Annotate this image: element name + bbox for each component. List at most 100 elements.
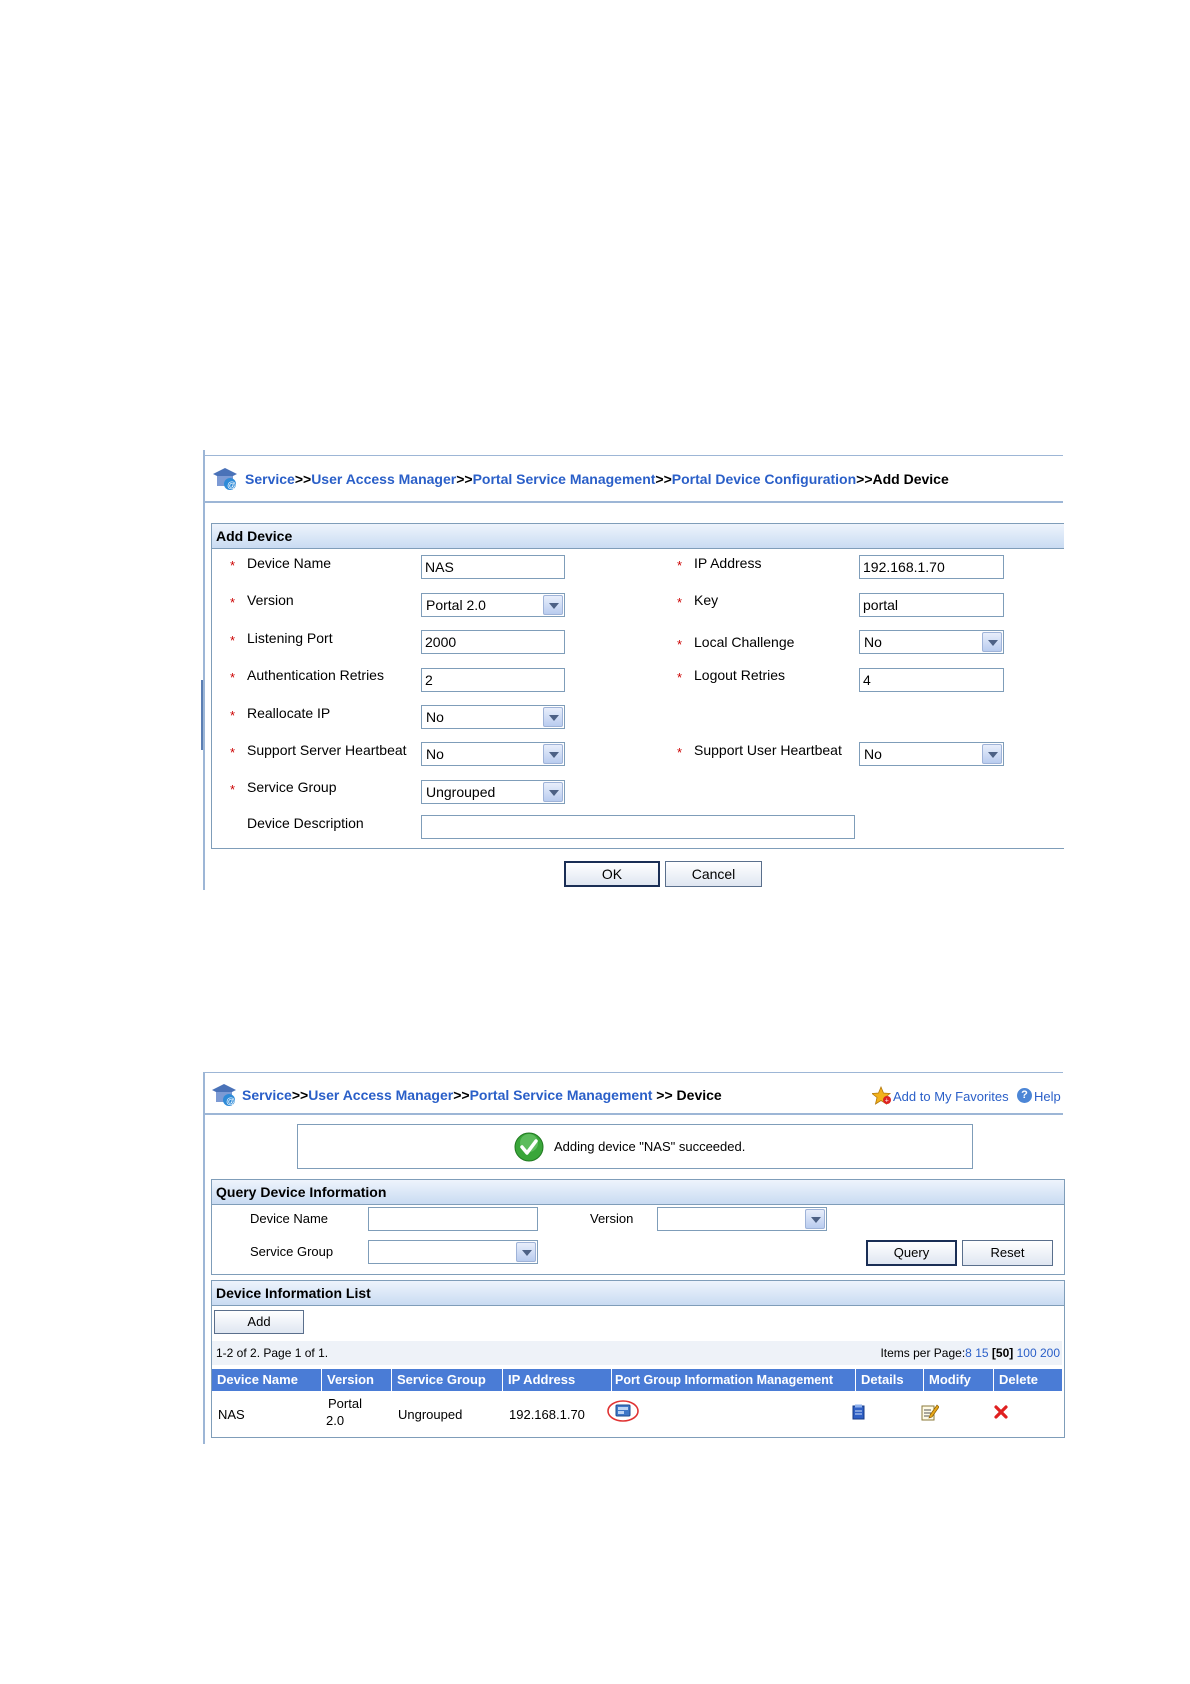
breadcrumb-link[interactable]: Service xyxy=(242,1087,292,1103)
breadcrumb-divider xyxy=(203,501,1063,503)
section-title: Add Device xyxy=(212,524,1064,549)
col-delete: Delete xyxy=(999,1372,1039,1387)
breadcrumb-separator: >> Device xyxy=(652,1087,722,1103)
reset-button[interactable]: Reset xyxy=(962,1240,1053,1266)
local-challenge-label: Local Challenge xyxy=(694,634,795,650)
app-logo-icon: @ xyxy=(210,1082,238,1108)
required-mark: * xyxy=(230,708,236,723)
breadcrumb-link[interactable]: Portal Service Management xyxy=(470,1087,653,1103)
required-mark: * xyxy=(677,745,683,760)
query-device-name-input[interactable] xyxy=(368,1207,538,1231)
breadcrumb-link[interactable]: Service xyxy=(245,471,295,487)
dropdown-arrow-icon[interactable] xyxy=(982,744,1002,764)
version-value: Portal 2.0 xyxy=(426,597,486,613)
local-challenge-value: No xyxy=(864,634,882,650)
page-size-100[interactable]: 100 xyxy=(1017,1346,1037,1360)
col-port-group-management: Port Group Information Management xyxy=(612,1369,856,1391)
table-header: Device Name Version Service Group IP Add… xyxy=(212,1369,1062,1391)
svg-text:@: @ xyxy=(227,480,236,490)
help-icon[interactable]: ? xyxy=(1017,1088,1032,1103)
version-select[interactable]: Portal 2.0 xyxy=(421,593,565,617)
version-label: Version xyxy=(247,592,294,608)
add-button[interactable]: Add xyxy=(214,1310,304,1334)
device-name-input[interactable]: NAS xyxy=(421,555,565,579)
required-mark: * xyxy=(230,670,236,685)
query-service-group-label: Service Group xyxy=(250,1244,334,1259)
dropdown-arrow-icon[interactable] xyxy=(805,1209,825,1229)
dropdown-arrow-icon[interactable] xyxy=(543,782,563,802)
user-heartbeat-select[interactable]: No xyxy=(859,742,1004,766)
breadcrumb-divider xyxy=(203,1113,1063,1115)
service-group-select[interactable]: Ungrouped xyxy=(421,780,565,804)
reallocate-ip-select[interactable]: No xyxy=(421,705,565,729)
ok-button[interactable]: OK xyxy=(564,861,660,887)
server-heartbeat-select[interactable]: No xyxy=(421,742,565,766)
local-challenge-select[interactable]: No xyxy=(859,630,1004,654)
delete-icon[interactable] xyxy=(993,1404,1009,1420)
device-description-input[interactable] xyxy=(421,815,855,839)
cell-service-group: Ungrouped xyxy=(398,1407,463,1422)
help-link[interactable]: Help xyxy=(1034,1089,1061,1104)
breadcrumb-link[interactable]: Portal Service Management xyxy=(473,471,656,487)
query-service-group-select[interactable] xyxy=(368,1240,538,1264)
pagination-bar: 1-2 of 2. Page 1 of 1. Items per Page:8 … xyxy=(212,1341,1062,1365)
frame-left-border xyxy=(203,450,205,890)
add-to-favorites-link[interactable]: Add to My Favorites xyxy=(893,1089,1009,1104)
frame-top-border xyxy=(203,1072,1063,1073)
table-row: NAS Portal 2.0 Ungrouped 192.168.1.70 xyxy=(212,1391,1062,1436)
dropdown-arrow-icon[interactable] xyxy=(516,1242,536,1262)
cell-version-line2: 2.0 xyxy=(326,1413,345,1428)
reallocate-ip-label: Reallocate IP xyxy=(247,705,331,721)
required-mark: * xyxy=(677,558,683,573)
app-logo-icon: @ xyxy=(211,466,239,492)
reallocate-ip-value: No xyxy=(426,709,444,725)
cell-version-line1: Portal xyxy=(328,1396,362,1411)
device-description-label: Device Description xyxy=(247,815,364,831)
query-version-select[interactable] xyxy=(657,1207,827,1231)
page-size-8[interactable]: 8 xyxy=(965,1346,972,1360)
service-group-value: Ungrouped xyxy=(426,784,496,800)
col-device-name[interactable]: Device Name xyxy=(212,1369,322,1391)
modify-icon[interactable] xyxy=(921,1403,940,1421)
dropdown-arrow-icon[interactable] xyxy=(543,707,563,727)
required-mark: * xyxy=(230,633,236,648)
breadcrumb-link[interactable]: User Access Manager xyxy=(311,471,456,487)
logout-retries-input[interactable]: 4 xyxy=(859,668,1004,692)
page-size-50-current: [50] xyxy=(991,1346,1014,1360)
listening-port-input[interactable]: 2000 xyxy=(421,630,565,654)
col-details: Details xyxy=(856,1369,924,1391)
query-button[interactable]: Query xyxy=(866,1240,957,1266)
user-heartbeat-value: No xyxy=(864,746,882,762)
required-mark: * xyxy=(677,595,683,610)
col-service-group[interactable]: Service Group xyxy=(392,1369,503,1391)
breadcrumb-separator: >> xyxy=(294,471,312,487)
frame-left-border xyxy=(203,1072,205,1444)
required-mark: * xyxy=(230,595,236,610)
port-group-icon[interactable] xyxy=(606,1399,640,1423)
col-ip-address[interactable]: IP Address xyxy=(503,1369,612,1391)
svg-text:+: + xyxy=(885,1098,889,1105)
breadcrumb-link[interactable]: Portal Device Configuration xyxy=(672,471,856,487)
ip-address-input[interactable]: 192.168.1.70 xyxy=(859,555,1004,579)
query-section-title: Query Device Information xyxy=(212,1180,1064,1205)
cell-device-name[interactable]: NAS xyxy=(218,1407,245,1422)
breadcrumb-link[interactable]: User Access Manager xyxy=(308,1087,453,1103)
dropdown-arrow-icon[interactable] xyxy=(543,744,563,764)
service-group-label: Service Group xyxy=(247,779,337,795)
col-modify: Modify xyxy=(924,1369,994,1391)
details-icon[interactable] xyxy=(852,1404,866,1420)
query-version-label: Version xyxy=(590,1211,634,1226)
success-check-icon xyxy=(514,1132,544,1162)
dropdown-arrow-icon[interactable] xyxy=(982,632,1002,652)
star-favorite-icon[interactable]: + xyxy=(870,1085,892,1106)
page-size-15[interactable]: 15 xyxy=(975,1346,988,1360)
success-message-text: Adding device "NAS" succeeded. xyxy=(554,1139,746,1154)
auth-retries-input[interactable]: 2 xyxy=(421,668,565,692)
user-heartbeat-label: Support User Heartbeat xyxy=(694,742,842,758)
required-mark: * xyxy=(230,558,236,573)
dropdown-arrow-icon[interactable] xyxy=(543,595,563,615)
page-size-200[interactable]: 200 xyxy=(1040,1346,1060,1360)
col-version[interactable]: Version xyxy=(322,1369,392,1391)
key-input[interactable]: portal xyxy=(859,593,1004,617)
cancel-button[interactable]: Cancel xyxy=(665,861,762,887)
